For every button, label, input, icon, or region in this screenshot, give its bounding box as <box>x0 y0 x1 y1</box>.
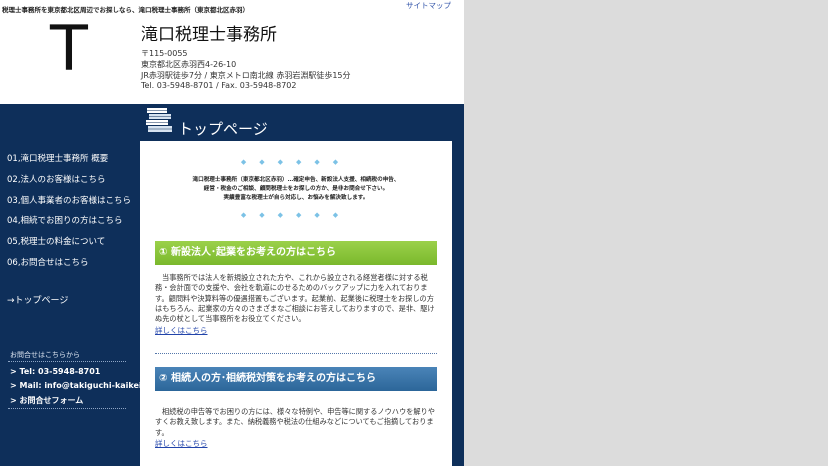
top-page-link[interactable]: →トップページ <box>7 293 68 306</box>
phone-fax: Tel. 03-5948-8701 / Fax. 03-5948-8702 <box>141 81 297 90</box>
address: 東京都北区赤羽西4-26-10 <box>141 60 237 69</box>
intro-line: 滝口税理士事務所（東京都北区赤羽）…確定申告、新設法人支援、相続税の申告、 <box>192 177 400 183</box>
section-inheritance-text: 相続税の申告等でお困りの方には、様々な特例や、申告等に関するノウハウを解りやすく… <box>155 407 435 437</box>
section-startup-heading: ① 新設法人･起業をお考えの方はこちら <box>155 241 437 265</box>
dots-decoration-bottom: ◆◆◆◆◆◆ <box>240 211 352 219</box>
dots-decoration-top: ◆◆◆◆◆◆ <box>240 158 352 166</box>
sidebar-item-sole-proprietor[interactable]: 03,個人事業者のお客様はこちら <box>7 194 131 206</box>
section-divider <box>155 353 437 354</box>
section-startup-text: 当事務所では法人を新規設立された方や、これから設立される経営者様に対する税務・会… <box>155 273 435 324</box>
books-icon <box>146 108 172 132</box>
section-inheritance-more-link[interactable]: 詳しくはこちら <box>155 438 208 449</box>
postal-code: 〒115-0055 <box>141 49 188 58</box>
intro-line: 実績豊富な税理士が自ら対応し、お悩みを解決致します。 <box>223 195 369 201</box>
header-tagline: 税理士事務所を東京都北区周辺でお探しなら、滝口税理士事務所（東京都北区赤羽） <box>2 6 249 14</box>
contact-mail[interactable]: > Mail: info@takiguchi-kaikei.jp <box>10 381 153 390</box>
site-page: 税理士事務所を東京都北区周辺でお探しなら、滝口税理士事務所（東京都北区赤羽） サ… <box>0 0 464 466</box>
sidebar-item-inheritance[interactable]: 04,相続でお困りの方はこちら <box>7 214 123 226</box>
main-content: ◆◆◆◆◆◆ 滝口税理士事務所（東京都北区赤羽）…確定申告、新設法人支援、相続税… <box>140 141 452 466</box>
intro-line: 経営・税金のご相談、顧問税理士をお探しの方か、是非お問合せ下さい。 <box>203 186 389 192</box>
section-inheritance-heading: ② 相続人の方･相続税対策をお考えの方はこちら <box>155 367 437 391</box>
contact-title: お問合せはこちらから <box>10 351 80 359</box>
intro-text: 滝口税理士事務所（東京都北区赤羽）…確定申告、新設法人支援、相続税の申告、 経営… <box>140 176 452 203</box>
sidebar-item-contact[interactable]: 06,お問合せはこちら <box>7 256 89 268</box>
sitemap-link[interactable]: サイトマップ <box>406 0 451 11</box>
contact-tel[interactable]: > Tel: 03-5948-8701 <box>10 367 100 376</box>
sidebar-item-corporate[interactable]: 02,法人のお客様はこちら <box>7 173 106 185</box>
access-info: JR赤羽駅徒歩7分 / 東京メトロ南北線 赤羽岩淵駅徒歩15分 <box>141 71 351 80</box>
sidebar-item-fees[interactable]: 05,税理士の料金について <box>7 235 105 247</box>
contact-divider-bottom <box>8 408 126 409</box>
contact-form-link[interactable]: > お問合せフォーム <box>10 395 83 406</box>
contact-divider <box>8 361 126 362</box>
section-startup-more-link[interactable]: 詳しくはこちら <box>155 325 208 336</box>
sidebar-item-office-overview[interactable]: 01,滝口税理士事務所 概要 <box>7 152 108 164</box>
logo[interactable]: T <box>50 18 88 80</box>
page-heading: トップページ <box>178 120 268 138</box>
office-name: 滝口税理士事務所 <box>141 25 277 45</box>
